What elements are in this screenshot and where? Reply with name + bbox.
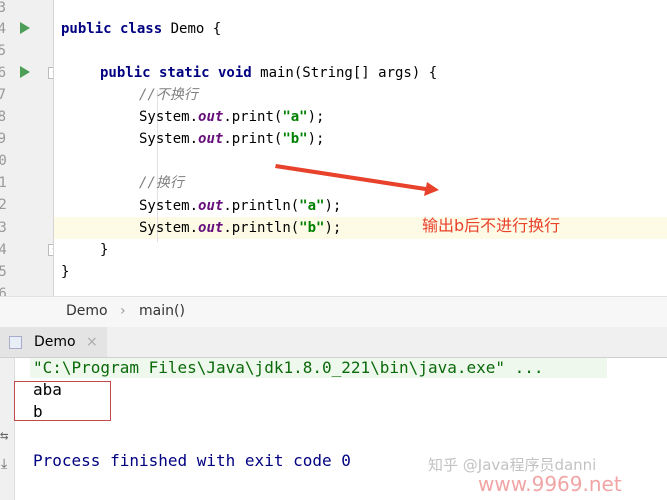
line-number: 14	[0, 242, 7, 258]
breadcrumb: Demo › main()	[0, 296, 667, 328]
command-line: "C:\Program Files\Java\jdk1.8.0_221\bin\…	[33, 358, 544, 377]
watermark-site: www.9969.net	[478, 472, 622, 496]
line-number: 5	[0, 43, 6, 59]
run-class-icon[interactable]	[20, 22, 30, 34]
annotation-arrow	[275, 164, 439, 196]
annotation-text: 输出b后不进行换行	[422, 216, 561, 235]
output-line: b	[33, 402, 43, 421]
line-number: 9	[0, 131, 6, 147]
line-number: 13	[0, 220, 7, 236]
line-number: 7	[0, 87, 6, 103]
output-line: aba	[33, 380, 62, 399]
console-icon	[9, 336, 22, 349]
line-number: 3	[0, 0, 6, 16]
line-number: 8	[0, 109, 6, 125]
close-icon[interactable]: ×	[86, 327, 98, 357]
code-editor[interactable]: public class Demo { public static void m…	[54, 0, 667, 296]
line-number: 12	[0, 197, 7, 213]
console[interactable]: ⇆ ⤓ "C:\Program Files\Java\jdk1.8.0_221\…	[0, 358, 667, 500]
line-gutter: 3 4 5 6 7 8 9 10 11 12 13 14 15 16 - -	[0, 0, 54, 296]
line-number: 10	[0, 153, 7, 169]
breadcrumb-separator: ›	[120, 303, 126, 319]
console-toolbar: ⇆ ⤓	[0, 358, 15, 500]
line-number: 6	[0, 65, 6, 81]
exit-message: Process finished with exit code 0	[33, 451, 351, 470]
output-highlight-box	[14, 381, 111, 421]
line-number: 11	[0, 175, 7, 191]
breadcrumb-item-main[interactable]: main()	[139, 303, 185, 319]
soft-wrap-icon[interactable]: ⇆	[0, 428, 8, 444]
scroll-to-end-icon[interactable]: ⤓	[1, 456, 7, 472]
breadcrumb-item-demo[interactable]: Demo	[66, 303, 108, 319]
tab-demo[interactable]: Demo ×	[0, 327, 107, 357]
line-number: 15	[0, 264, 7, 280]
tab-label: Demo	[34, 334, 76, 350]
line-number: 4	[0, 21, 6, 37]
line-number: 16	[0, 286, 7, 296]
run-main-icon[interactable]	[20, 66, 30, 78]
run-tabs: Demo ×	[0, 327, 667, 358]
